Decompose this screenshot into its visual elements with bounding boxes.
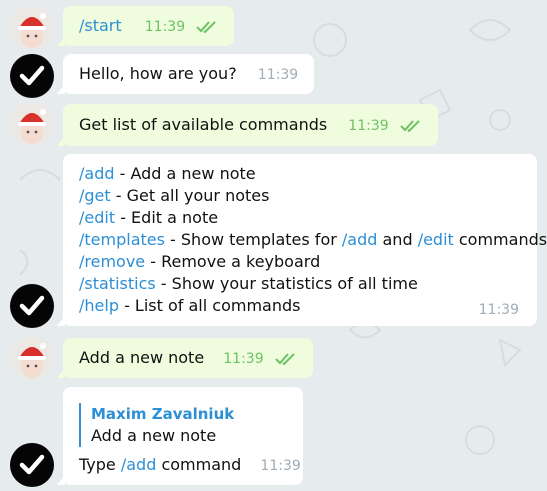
- command-link[interactable]: /templates: [79, 230, 165, 249]
- outgoing-message: Get list of available commands 11:39: [57, 104, 438, 146]
- user-avatar[interactable]: [10, 336, 54, 380]
- incoming-message: Hello, how are you? 11:39: [56, 54, 315, 94]
- command-line: /edit - Edit a note: [79, 207, 521, 229]
- command-line: /statistics - Show your statistics of al…: [79, 273, 521, 295]
- quoted-reply[interactable]: Maxim Zavalniuk Add a new note: [79, 403, 287, 447]
- bot-avatar[interactable]: [10, 443, 54, 487]
- reply-author: Maxim Zavalniuk: [91, 405, 235, 423]
- command-line: /add - Add a new note: [79, 163, 521, 185]
- santa-hat-avatar-icon: [10, 102, 54, 146]
- command-link[interactable]: /start: [79, 16, 122, 35]
- double-check-icon: [196, 21, 216, 33]
- message-text: Hello, how are you?: [79, 64, 237, 83]
- message-text: command: [156, 455, 242, 474]
- user-avatar[interactable]: [10, 102, 54, 146]
- message-text: Get list of available commands: [79, 115, 328, 134]
- message-time: 11:39: [348, 118, 389, 134]
- outgoing-message: /start 11:39: [56, 6, 235, 46]
- bot-avatar[interactable]: [10, 54, 54, 98]
- command-description: - Add a new note: [114, 164, 256, 183]
- command-link[interactable]: /add: [79, 164, 115, 183]
- checkmark-avatar-icon: [19, 65, 45, 86]
- command-list-message: /add - Add a new note /get - Get all you…: [57, 154, 547, 326]
- command-description: and: [377, 230, 418, 249]
- santa-hat-avatar-icon: [10, 336, 54, 380]
- bot-avatar[interactable]: [10, 284, 54, 328]
- message-text: Add a new note: [79, 348, 205, 367]
- command-description: commands: [453, 230, 547, 249]
- command-link[interactable]: /edit: [79, 208, 115, 227]
- santa-hat-avatar-icon: [10, 6, 54, 50]
- command-description: - Remove a keyboard: [145, 252, 321, 271]
- command-line: /get - Get all your notes: [79, 185, 521, 207]
- message-body: Type /add command 11:39: [79, 453, 301, 477]
- command-link[interactable]: /statistics: [79, 274, 156, 293]
- message-time: 11:39: [223, 351, 264, 367]
- command-description: - Show your statistics of all time: [155, 274, 418, 293]
- command-link[interactable]: /add: [342, 230, 378, 249]
- command-line: /remove - Remove a keyboard: [79, 251, 521, 273]
- command-description: - List of all commands: [118, 296, 301, 315]
- checkmark-avatar-icon: [19, 454, 45, 475]
- reply-text: Add a new note: [91, 426, 217, 445]
- command-link[interactable]: /edit: [418, 230, 454, 249]
- checkmark-avatar-icon: [19, 295, 45, 316]
- outgoing-message: Add a new note 11:39: [57, 338, 313, 378]
- command-description: - Get all your notes: [110, 186, 270, 205]
- command-description: - Show templates for: [164, 230, 342, 249]
- message-time: 11:39: [260, 458, 301, 474]
- reply-message: Maxim Zavalniuk Add a new note Type /add…: [57, 387, 303, 485]
- command-line: /help - List of all commands: [79, 295, 521, 317]
- command-link[interactable]: /add: [121, 455, 157, 474]
- user-avatar[interactable]: [10, 6, 54, 50]
- message-time: 11:39: [144, 19, 186, 35]
- command-description: - Edit a note: [115, 208, 219, 227]
- command-link[interactable]: /get: [79, 186, 111, 205]
- command-line: /templates - Show templates for /add and…: [79, 229, 547, 251]
- command-link[interactable]: /help: [79, 296, 119, 315]
- double-check-icon: [274, 353, 295, 365]
- double-check-icon: [400, 120, 420, 132]
- message-text: Type: [79, 455, 121, 474]
- command-link[interactable]: /remove: [79, 252, 145, 271]
- message-time: 11:39: [257, 67, 299, 83]
- message-time: 11:39: [478, 302, 519, 318]
